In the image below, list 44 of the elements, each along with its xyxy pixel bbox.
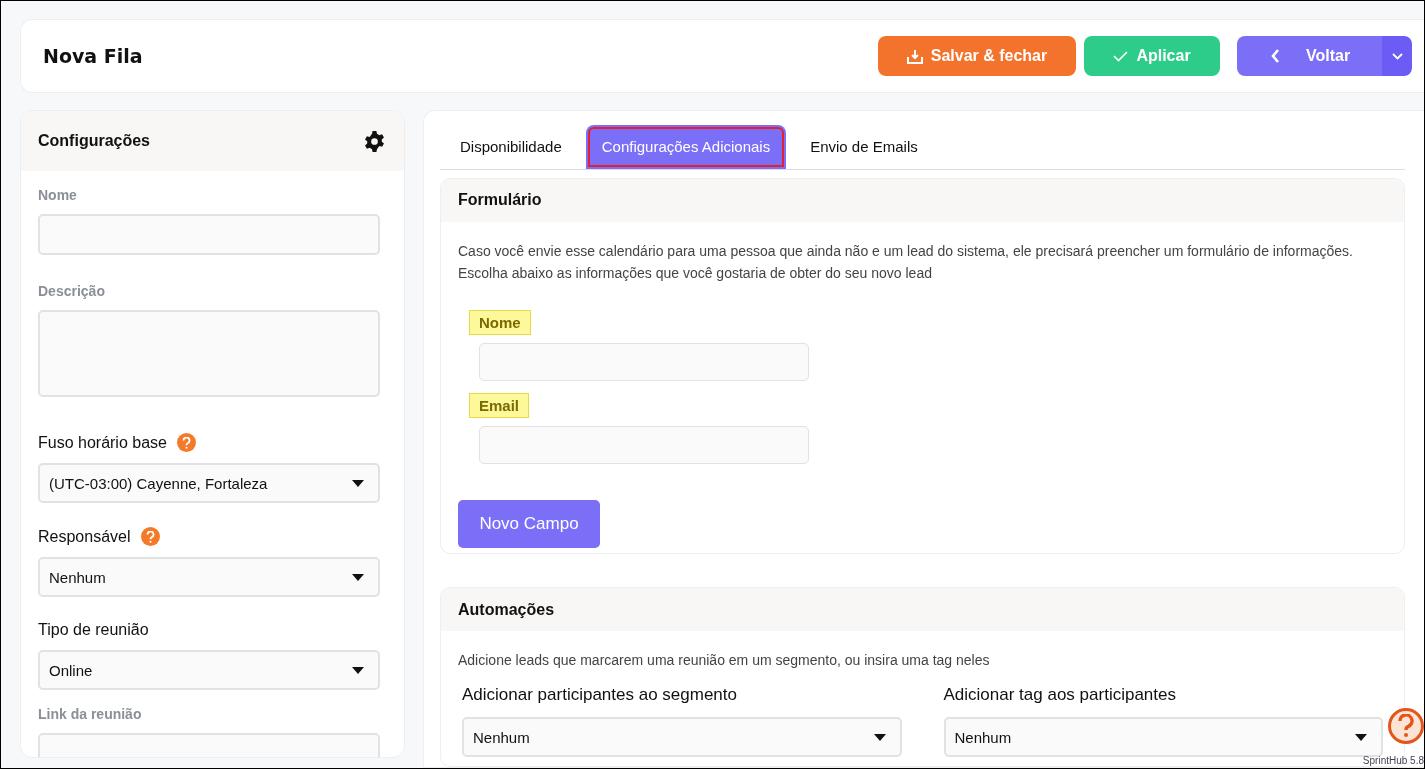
dropdown-arrow-icon — [873, 733, 886, 741]
download-tray-icon — [906, 48, 923, 64]
dropdown-arrow-icon — [352, 666, 364, 674]
textarea-field[interactable] — [38, 310, 380, 397]
select-field[interactable]: (UTC-03:00) Cayenne, Fortaleza — [38, 463, 380, 503]
panel-title: Configurações — [38, 132, 150, 150]
field-label: Fuso horário base — [38, 433, 167, 452]
dropdown-arrow-icon — [352, 479, 364, 487]
select-field[interactable]: Online — [38, 650, 380, 690]
page-title: Nova Fila — [43, 45, 144, 67]
field-label: Tipo de reunião — [38, 621, 149, 639]
text-input[interactable] — [479, 342, 809, 381]
description-text: Adicione leads que marcarem uma reunião em um segmento, ou insira uma tag neles — [458, 651, 991, 671]
text-input[interactable] — [38, 214, 380, 255]
dropdown-arrow-icon — [352, 573, 364, 581]
new-field-button[interactable]: Novo Campo — [458, 499, 600, 548]
dropdown-toggle[interactable] — [1382, 36, 1412, 76]
chevron-down-icon — [1391, 52, 1403, 60]
card-title: Formulário — [458, 191, 542, 210]
tab[interactable]: Disponibilidade — [444, 125, 578, 169]
help-icon[interactable] — [176, 433, 196, 452]
field-label: Link da reunião — [38, 706, 142, 722]
field-label: Responsável — [38, 527, 131, 546]
field-label: Nome — [38, 187, 77, 203]
settings-icon[interactable] — [363, 129, 386, 153]
select-field[interactable]: Nenhum — [462, 717, 902, 758]
help-icon[interactable] — [140, 527, 160, 546]
tab[interactable]: Envio de Emails — [794, 125, 934, 169]
field-label: Email — [469, 392, 530, 418]
field-label: Adicionar tag aos participantes — [943, 685, 1177, 706]
chevron-left-icon — [1271, 49, 1280, 63]
tab[interactable]: Configurações Adicionais — [585, 125, 787, 169]
back-button[interactable]: Voltar — [1237, 36, 1382, 76]
text-input[interactable] — [479, 425, 809, 464]
field-label: Adicionar participantes ao segmento — [462, 685, 738, 706]
card-title: Automações — [458, 600, 555, 619]
select-field[interactable]: Nenhum — [38, 557, 380, 597]
question-mark-icon — [1397, 714, 1415, 738]
version-text: SprintHub 5.8 — [1362, 755, 1424, 766]
check-icon — [1113, 50, 1129, 62]
field-label: Nome — [469, 309, 531, 335]
description-text: Caso você envie esse calendário para uma pessoa que ainda não e um lead do sistema, ele precisará preencher um formulário de informações. Escolha abaixo as informações que você gostaria de obter do seu novo lead — [458, 241, 1354, 283]
field-label: Descrição — [38, 283, 105, 299]
dropdown-arrow-icon — [1355, 733, 1367, 741]
